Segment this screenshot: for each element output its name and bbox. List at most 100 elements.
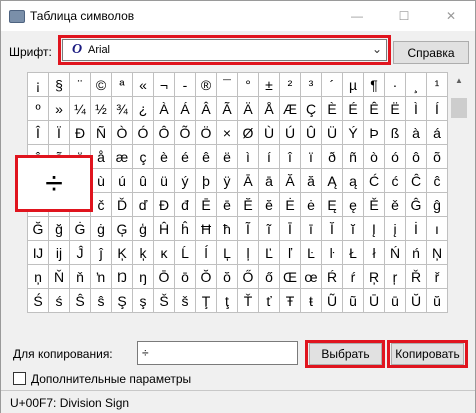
char-cell[interactable]: ĸ: [154, 241, 175, 265]
char-cell[interactable]: Ŗ: [364, 265, 385, 289]
char-cell[interactable]: į: [385, 217, 406, 241]
char-cell[interactable]: ë: [217, 145, 238, 169]
char-cell[interactable]: Æ: [280, 97, 301, 121]
char-cell[interactable]: Ć: [364, 169, 385, 193]
char-cell[interactable]: č: [91, 193, 112, 217]
char-cell[interactable]: Ş: [112, 289, 133, 313]
char-cell[interactable]: ī: [301, 217, 322, 241]
char-cell[interactable]: ă: [301, 169, 322, 193]
char-cell[interactable]: ł: [364, 241, 385, 265]
close-button[interactable]: ✕: [428, 1, 474, 31]
char-cell[interactable]: Ï: [49, 121, 70, 145]
char-cell[interactable]: ì: [238, 145, 259, 169]
char-cell[interactable]: ó: [385, 145, 406, 169]
char-cell[interactable]: Ĳ: [28, 241, 49, 265]
char-cell[interactable]: Ħ: [196, 217, 217, 241]
char-cell[interactable]: Ŧ: [280, 289, 301, 313]
char-cell[interactable]: Î: [28, 121, 49, 145]
char-cell[interactable]: ģ: [133, 217, 154, 241]
char-cell[interactable]: å: [91, 145, 112, 169]
char-cell[interactable]: Ő: [238, 265, 259, 289]
char-cell[interactable]: ×: [217, 121, 238, 145]
char-cell[interactable]: Ň: [49, 265, 70, 289]
char-cell[interactable]: µ: [343, 73, 364, 97]
char-cell[interactable]: ć: [385, 169, 406, 193]
grid-scrollbar[interactable]: ▲: [450, 72, 468, 314]
char-cell[interactable]: ©: [91, 73, 112, 97]
char-cell[interactable]: İ: [406, 217, 427, 241]
char-cell[interactable]: Â: [196, 97, 217, 121]
char-cell[interactable]: Ó: [133, 121, 154, 145]
char-cell[interactable]: ı: [427, 217, 448, 241]
char-cell[interactable]: Ë: [385, 97, 406, 121]
char-cell[interactable]: Ğ: [28, 217, 49, 241]
char-cell[interactable]: ď: [133, 193, 154, 217]
char-cell[interactable]: Ã: [217, 97, 238, 121]
char-cell[interactable]: ¿: [133, 97, 154, 121]
char-cell[interactable]: ŝ: [91, 289, 112, 313]
char-cell[interactable]: Ė: [280, 193, 301, 217]
char-cell[interactable]: ę: [343, 193, 364, 217]
char-cell[interactable]: Ę: [322, 193, 343, 217]
char-cell[interactable]: ª: [112, 73, 133, 97]
char-cell[interactable]: æ: [112, 145, 133, 169]
char-cell[interactable]: ň: [70, 265, 91, 289]
char-cell[interactable]: ð: [322, 145, 343, 169]
char-cell[interactable]: í: [259, 145, 280, 169]
char-cell[interactable]: Ō: [154, 265, 175, 289]
char-cell[interactable]: ō: [175, 265, 196, 289]
char-cell[interactable]: î: [280, 145, 301, 169]
char-cell[interactable]: Ŭ: [406, 289, 427, 313]
char-cell[interactable]: ĉ: [427, 169, 448, 193]
char-cell[interactable]: ¬: [154, 73, 175, 97]
char-cell[interactable]: á: [427, 121, 448, 145]
char-cell[interactable]: ù: [91, 169, 112, 193]
char-cell[interactable]: ķ: [133, 241, 154, 265]
char-cell[interactable]: ç: [133, 145, 154, 169]
char-cell[interactable]: Ŀ: [301, 241, 322, 265]
char-cell[interactable]: ť: [259, 289, 280, 313]
char-cell[interactable]: ń: [406, 241, 427, 265]
char-cell[interactable]: ¶: [364, 73, 385, 97]
char-cell[interactable]: È: [322, 97, 343, 121]
select-button[interactable]: Выбрать: [309, 343, 382, 365]
char-cell[interactable]: Õ: [175, 121, 196, 145]
scrollbar-thumb[interactable]: [451, 98, 467, 118]
char-cell[interactable]: ²: [280, 73, 301, 97]
char-cell[interactable]: Ŋ: [112, 265, 133, 289]
char-cell[interactable]: Ĕ: [238, 193, 259, 217]
char-cell[interactable]: Ò: [112, 121, 133, 145]
char-cell[interactable]: ā: [259, 169, 280, 193]
char-cell[interactable]: Ý: [343, 121, 364, 145]
char-cell[interactable]: Ô: [154, 121, 175, 145]
char-cell[interactable]: Ĝ: [406, 193, 427, 217]
char-cell[interactable]: ĝ: [427, 193, 448, 217]
char-cell[interactable]: à: [406, 121, 427, 145]
char-cell[interactable]: ½: [91, 97, 112, 121]
char-cell[interactable]: ē: [217, 193, 238, 217]
advanced-checkbox[interactable]: [13, 372, 26, 385]
char-cell[interactable]: ĕ: [259, 193, 280, 217]
char-cell[interactable]: Þ: [364, 121, 385, 145]
char-cell[interactable]: ş: [133, 289, 154, 313]
char-cell[interactable]: ŧ: [301, 289, 322, 313]
char-cell[interactable]: Ĵ: [70, 241, 91, 265]
char-cell[interactable]: Ø: [238, 121, 259, 145]
char-cell[interactable]: ý: [175, 169, 196, 193]
char-cell[interactable]: ³: [301, 73, 322, 97]
char-cell[interactable]: Ģ: [112, 217, 133, 241]
char-cell[interactable]: Ť: [238, 289, 259, 313]
char-cell[interactable]: §: [49, 73, 70, 97]
char-cell[interactable]: É: [343, 97, 364, 121]
char-cell[interactable]: Ě: [364, 193, 385, 217]
char-cell[interactable]: ř: [427, 265, 448, 289]
char-cell[interactable]: Ļ: [217, 241, 238, 265]
char-cell[interactable]: ġ: [91, 217, 112, 241]
char-cell[interactable]: ñ: [343, 145, 364, 169]
char-cell[interactable]: Ü: [322, 121, 343, 145]
char-cell[interactable]: õ: [427, 145, 448, 169]
char-cell[interactable]: ŕ: [343, 265, 364, 289]
char-cell[interactable]: Ś: [28, 289, 49, 313]
char-cell[interactable]: ±: [259, 73, 280, 97]
char-cell[interactable]: Å: [259, 97, 280, 121]
